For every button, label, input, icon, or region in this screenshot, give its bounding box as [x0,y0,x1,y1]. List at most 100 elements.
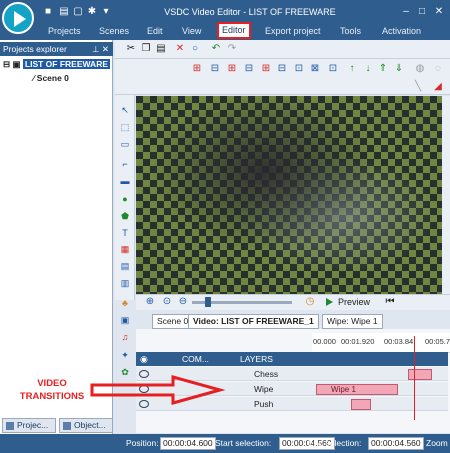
ruler-tick: 00:01.920 [341,337,375,346]
center-icon[interactable]: ⊡ [328,64,338,74]
menu-tools[interactable]: Tools [340,24,361,38]
audio-tool-icon[interactable]: ♫ [118,331,132,343]
project-icon: ▣ [12,59,23,69]
stretch-icon[interactable]: ⊠ [310,64,320,74]
zoom-label: Zoom [426,438,448,448]
rect-tool-icon[interactable]: ▬ [118,175,132,187]
end-selection-label: End selection: [308,438,362,448]
ruler-tick: 00.000 [313,337,336,346]
annotation-arrow-icon [90,375,226,405]
subtitle-tool-icon[interactable]: ▤ [118,260,132,272]
redo-icon[interactable]: ↷ [227,44,237,54]
open-icon[interactable]: ▤ [58,6,70,18]
zoom-fit-icon[interactable]: ⊙ [162,297,172,307]
zoom-in-icon[interactable]: ⊕ [145,297,155,307]
layers-header: ◉ COM... LAYERS [136,352,448,366]
new-icon[interactable]: ▢ [72,6,84,18]
menu-view[interactable]: View [182,24,201,38]
animation-tool-icon[interactable]: ♣ [118,297,132,309]
tree-scene-item[interactable]: ∕ Scene 0 [33,71,69,85]
menu-projects[interactable]: Projects [48,24,81,38]
timer-icon[interactable]: ◷ [305,297,315,307]
settings-icon[interactable]: ✱ [86,6,98,18]
bring-front-icon[interactable]: ⇑ [378,64,388,74]
ruler-tick: 00:05.7 [425,337,450,346]
align-middle-icon[interactable]: ⊞ [261,64,271,74]
send-back-icon[interactable]: ⇓ [394,64,404,74]
track-name-wipe: Wipe [254,384,274,394]
preview-button[interactable]: Preview [326,296,370,309]
chess-clip[interactable] [408,369,432,380]
copy-icon[interactable]: ❐ [141,44,151,54]
group-icon[interactable]: ◍ [415,64,425,74]
line-tool-icon[interactable]: ⌐ [118,158,132,170]
draw-line-icon[interactable]: ╲ [413,82,423,92]
wipe-clip[interactable]: Wipe 1 [316,384,398,395]
effects-tool-icon[interactable]: ✦ [118,349,132,361]
maximize-icon[interactable]: □ [414,5,430,19]
track-name-chess: Chess [254,369,279,379]
image-tool-icon[interactable]: ▦ [118,243,132,255]
paste-icon[interactable]: ▤ [156,44,166,54]
polygon-tool-icon[interactable]: ⬟ [118,210,132,222]
cut-icon[interactable]: ✂ [126,44,136,54]
tab-video[interactable]: Video: LIST OF FREEWARE_1 [188,314,319,329]
menu-scenes[interactable]: Scenes [99,24,129,38]
position-label: Position: [126,438,159,448]
track-name-push: Push [254,399,274,409]
move-down-icon[interactable]: ↓ [363,64,373,74]
push-clip[interactable] [351,399,371,410]
projects-explorer-header: Projects explorer ⊥ ✕ [0,42,113,56]
move-up-icon[interactable]: ↑ [347,64,357,74]
annotation-text: VIDEO TRANSITIONS [10,377,94,403]
zoom-out-icon[interactable]: ⊖ [178,297,188,307]
pin-close-icon[interactable]: ⊥ ✕ [92,42,109,56]
com-header[interactable]: COM... [182,354,209,364]
minimize-icon[interactable]: – [398,5,414,19]
menu-activation[interactable]: Activation [382,24,421,38]
projects-explorer-title: Projects explorer [3,44,67,54]
align-right-icon[interactable]: ⊞ [227,64,237,74]
draw-shape-icon[interactable]: ◢ [433,82,443,92]
align-left-icon[interactable]: ⊞ [192,64,202,74]
dropdown-icon[interactable]: ▾ [100,6,112,18]
tree-root-item[interactable]: ⊟ ▣ LIST OF FREEWARE [3,57,111,71]
close-icon[interactable]: ✕ [431,5,447,19]
play-icon [326,298,333,306]
save-icon[interactable]: ■ [42,6,54,18]
start-selection-label: Start selection: [215,438,272,448]
ellipse-tool-icon[interactable]: ● [118,193,132,205]
video-tool-icon[interactable]: ▣ [118,314,132,326]
delete-icon[interactable]: ✕ [175,44,185,54]
menu-editor[interactable]: Editor [217,22,251,39]
select-all-icon[interactable]: ○ [190,44,200,54]
chart-tool-icon[interactable]: ▥ [118,277,132,289]
undo-icon[interactable]: ↶ [211,44,221,54]
video-preview-canvas[interactable] [136,96,442,294]
preview-label: Preview [338,297,371,307]
menu-edit[interactable]: Edit [147,24,163,38]
tree-scene-label: Scene 0 [36,73,69,83]
visibility-header-icon: ◉ [140,354,148,364]
rectangle-select-icon[interactable]: ⬚ [118,121,132,133]
skip-start-icon[interactable]: ⏮ [385,297,395,307]
align-top-icon[interactable]: ⊟ [244,64,254,74]
tab-projects-label: Projec... [17,420,49,430]
app-logo-icon[interactable] [2,2,34,34]
align-bottom-icon[interactable]: ⊟ [277,64,287,74]
pointer-tool-icon[interactable]: ↖ [118,104,132,116]
ungroup-icon[interactable]: ◌ [433,64,443,74]
crop-tool-icon[interactable]: ▭ [118,138,132,150]
position-value: 00:00:04.600 [160,437,216,450]
canvas-scrollbar[interactable] [442,96,450,294]
menu-export-project[interactable]: Export project [265,24,321,38]
playhead-cursor[interactable] [414,336,415,420]
tab-wipe[interactable]: Wipe: Wipe 1 [322,314,383,329]
tab-objects[interactable]: Object... [59,418,113,433]
fit-icon[interactable]: ⊡ [294,64,304,74]
tab-projects[interactable]: Projec... [2,418,56,433]
align-center-icon[interactable]: ⊟ [210,64,220,74]
end-selection-value: 00:00:04.560 [368,437,424,450]
text-tool-icon[interactable]: T [118,227,132,239]
zoom-slider-handle[interactable] [205,297,211,307]
